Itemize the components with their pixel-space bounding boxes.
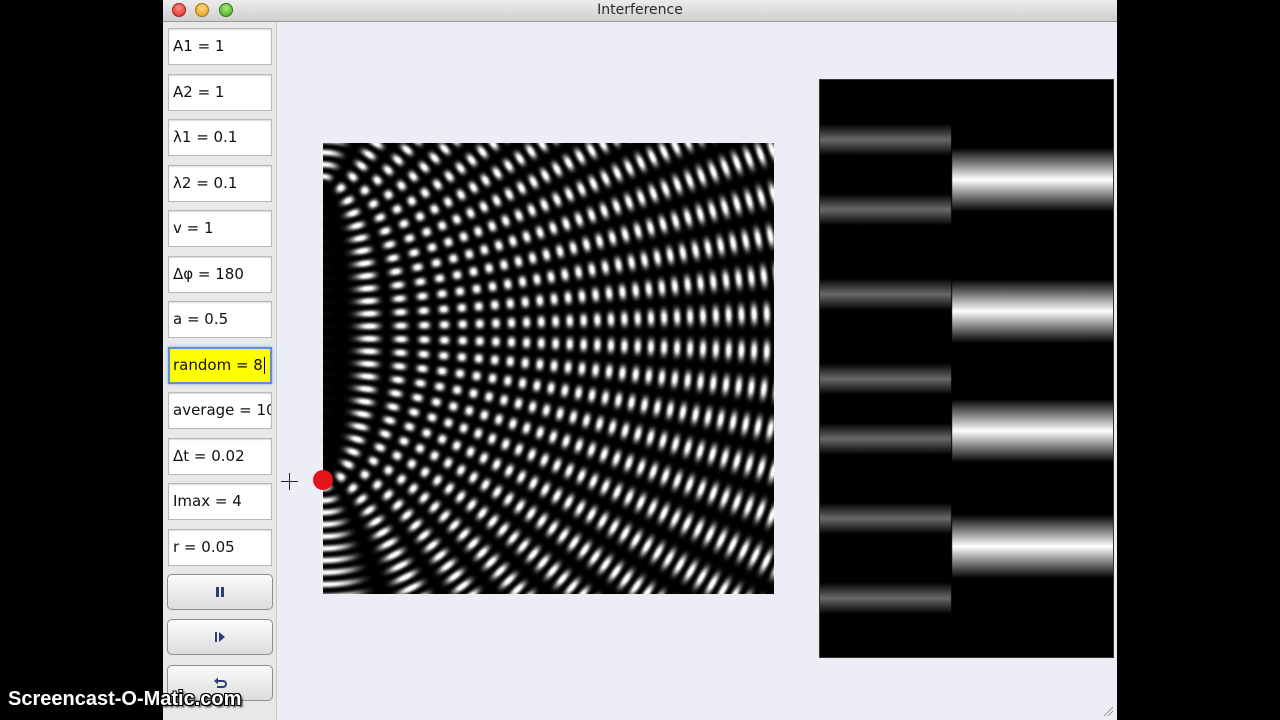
param-average[interactable]: average = 10 xyxy=(168,392,272,429)
text-caret xyxy=(263,357,265,374)
param-imax[interactable]: Imax = 4 xyxy=(168,483,272,520)
param-random[interactable]: random = 8 xyxy=(168,347,272,384)
param-delta-phi[interactable]: Δφ = 180 xyxy=(168,256,272,293)
pause-button[interactable] xyxy=(167,574,273,610)
resize-grip-icon[interactable] xyxy=(1102,705,1114,717)
watermark: Screencast-O-Matic.com xyxy=(8,688,242,710)
wave-source-marker[interactable] xyxy=(313,470,333,490)
title-bar: Interference xyxy=(163,0,1117,22)
param-delta-t[interactable]: Δt = 0.02 xyxy=(168,438,272,475)
intensity-screen-view xyxy=(819,79,1114,658)
param-a2[interactable]: A2 = 1 xyxy=(168,74,272,111)
cursor-crosshair xyxy=(281,473,298,490)
param-v[interactable]: v = 1 xyxy=(168,210,272,247)
param-lambda1[interactable]: λ1 = 0.1 xyxy=(168,119,272,156)
param-lambda2[interactable]: λ2 = 0.1 xyxy=(168,165,272,202)
pause-icon xyxy=(216,587,224,597)
parameter-panel: A1 = 1 A2 = 1 λ1 = 0.1 λ2 = 0.1 v = 1 Δφ… xyxy=(163,22,277,720)
step-button[interactable] xyxy=(167,619,273,655)
param-r[interactable]: r = 0.05 xyxy=(168,529,272,566)
app-window: Interference A1 = 1 A2 = 1 λ1 = 0.1 λ2 =… xyxy=(163,0,1117,720)
param-a[interactable]: a = 0.5 xyxy=(168,301,272,338)
param-a1[interactable]: A1 = 1 xyxy=(168,28,272,65)
param-random-text: random = 8 xyxy=(173,356,263,374)
step-forward-icon xyxy=(215,632,225,642)
interference-pattern-view[interactable] xyxy=(323,143,774,594)
window-title: Interference xyxy=(597,2,683,18)
